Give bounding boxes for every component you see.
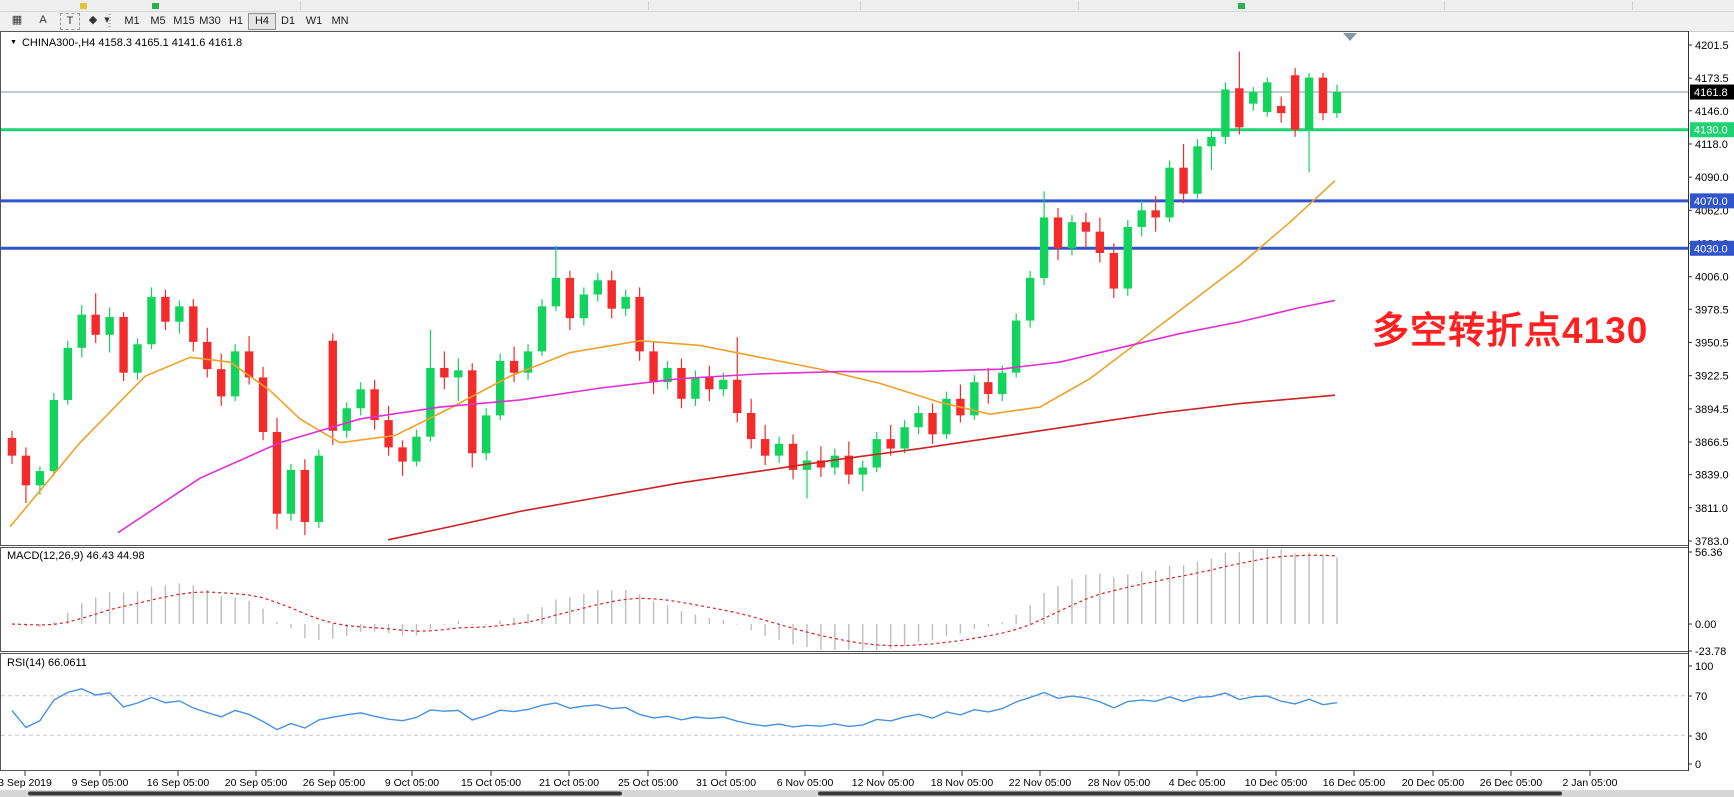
svg-text:4030.0: 4030.0: [1694, 243, 1728, 255]
svg-text:4173.5: 4173.5: [1695, 73, 1729, 85]
svg-text:4118.0: 4118.0: [1695, 139, 1728, 151]
svg-text:26 Sep 05:00: 26 Sep 05:00: [303, 777, 366, 789]
symbol-title: ▼CHINA300-,H4 4158.3 4165.1 4141.6 4161.…: [10, 37, 242, 49]
svg-text:16 Sep 05:00: 16 Sep 05:00: [147, 777, 210, 789]
svg-text:2 Jan 05:00: 2 Jan 05:00: [1563, 777, 1618, 789]
svg-text:4201.5: 4201.5: [1695, 40, 1729, 52]
svg-text:26 Dec 05:00: 26 Dec 05:00: [1480, 777, 1543, 789]
svg-text:3894.5: 3894.5: [1695, 404, 1729, 416]
svg-text:6 Nov 05:00: 6 Nov 05:00: [777, 777, 834, 789]
svg-text:28 Nov 05:00: 28 Nov 05:00: [1088, 777, 1151, 789]
svg-text:4161.8: 4161.8: [1694, 87, 1728, 99]
svg-text:3839.0: 3839.0: [1695, 470, 1729, 482]
svg-text:-23.78: -23.78: [1695, 646, 1726, 658]
svg-text:4 Dec 05:00: 4 Dec 05:00: [1169, 777, 1226, 789]
svg-text:4090.0: 4090.0: [1695, 172, 1729, 184]
svg-text:70: 70: [1695, 691, 1707, 703]
svg-text:0: 0: [1695, 759, 1701, 771]
svg-text:3950.5: 3950.5: [1695, 337, 1729, 349]
svg-text:4146.0: 4146.0: [1695, 106, 1729, 118]
symbol-dropdown-icon[interactable]: ▼: [10, 39, 17, 46]
macd-indicator-label: MACD(12,26,9) 46.43 44.98: [7, 550, 145, 562]
svg-text:4130.0: 4130.0: [1694, 125, 1728, 137]
svg-text:3811.0: 3811.0: [1695, 503, 1728, 515]
date-axis[interactable]: [25, 771, 1590, 776]
svg-text:4006.0: 4006.0: [1695, 272, 1729, 284]
svg-text:16 Dec 05:00: 16 Dec 05:00: [1323, 777, 1386, 789]
svg-text:12 Nov 05:00: 12 Nov 05:00: [852, 777, 915, 789]
svg-text:3978.5: 3978.5: [1695, 304, 1729, 316]
svg-text:56.36: 56.36: [1695, 547, 1723, 559]
chart-annotation-text: 多空转折点4130: [1372, 300, 1648, 354]
svg-text:4070.0: 4070.0: [1694, 196, 1728, 208]
svg-text:20 Sep 05:00: 20 Sep 05:00: [225, 777, 288, 789]
svg-text:21 Oct 05:00: 21 Oct 05:00: [539, 777, 599, 789]
svg-text:31 Oct 05:00: 31 Oct 05:00: [696, 777, 756, 789]
svg-text:3866.5: 3866.5: [1695, 437, 1729, 449]
svg-text:30: 30: [1695, 731, 1707, 743]
svg-text:20 Dec 05:00: 20 Dec 05:00: [1402, 777, 1465, 789]
svg-text:3922.5: 3922.5: [1695, 371, 1729, 383]
chart-plot-area[interactable]: 4201.54173.54146.04118.04090.04062.04034…: [0, 0, 1734, 797]
svg-text:25 Oct 05:00: 25 Oct 05:00: [618, 777, 678, 789]
svg-text:0.00: 0.00: [1695, 619, 1716, 631]
svg-text:18 Nov 05:00: 18 Nov 05:00: [931, 777, 994, 789]
svg-text:9 Oct 05:00: 9 Oct 05:00: [385, 777, 439, 789]
svg-text:9 Sep 05:00: 9 Sep 05:00: [72, 777, 129, 789]
svg-text:100: 100: [1695, 661, 1713, 673]
svg-text:22 Nov 05:00: 22 Nov 05:00: [1009, 777, 1072, 789]
svg-text:10 Dec 05:00: 10 Dec 05:00: [1245, 777, 1308, 789]
svg-text:3 Sep 2019: 3 Sep 2019: [0, 777, 52, 789]
rsi-indicator-label: RSI(14) 66.0611: [7, 657, 87, 669]
svg-text:15 Oct 05:00: 15 Oct 05:00: [461, 777, 521, 789]
